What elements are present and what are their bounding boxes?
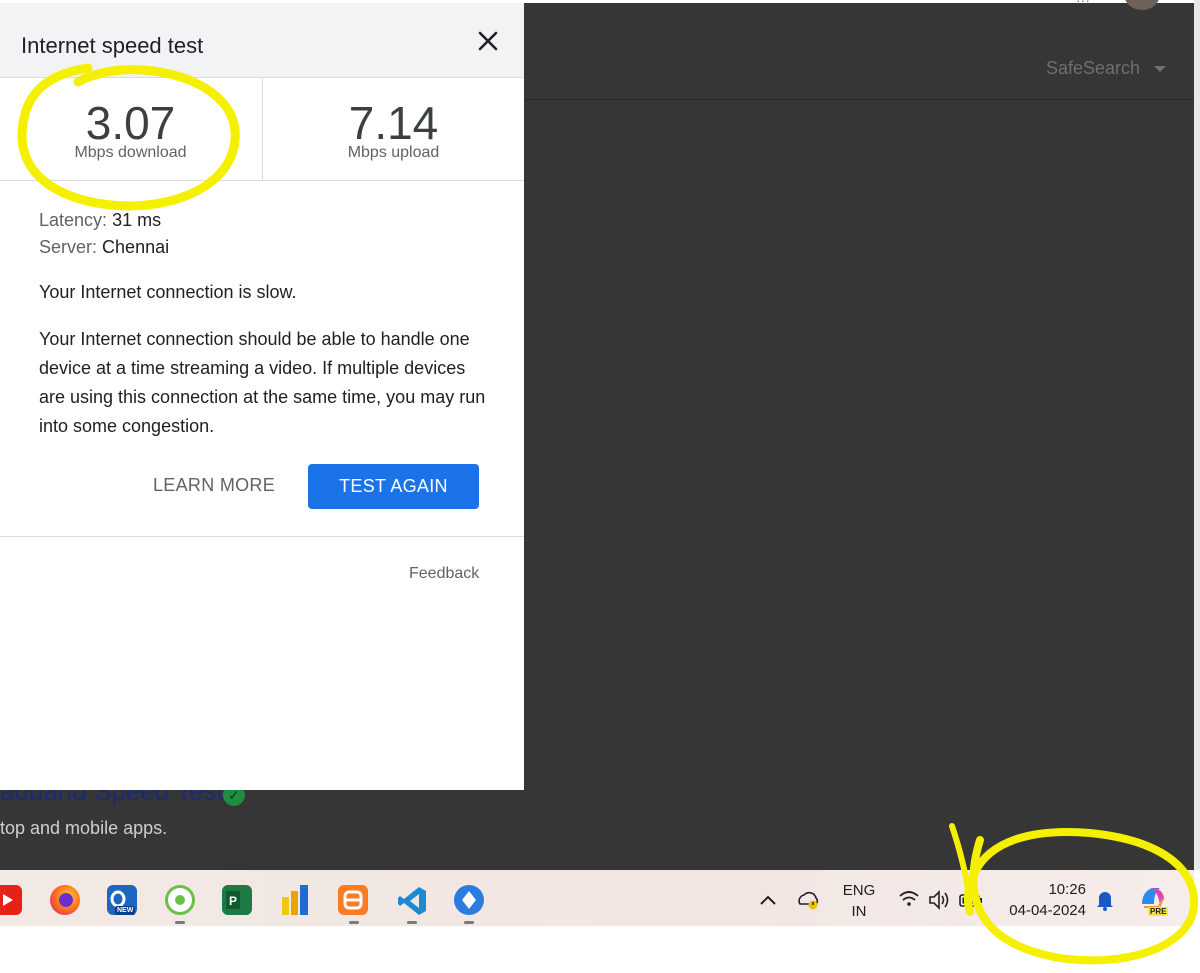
vscode-icon[interactable] (396, 885, 426, 915)
server-row: Server: Chennai (39, 237, 169, 258)
feedback-link[interactable]: Feedback (409, 565, 479, 583)
latency-value: 31 ms (112, 210, 162, 230)
apps-grid-icon[interactable]: ··· (1076, 0, 1090, 8)
clock-button[interactable]: 10:26 04-04-2024 (996, 870, 1092, 926)
running-indicator (407, 921, 417, 924)
greenshot-icon[interactable] (165, 885, 195, 915)
clock-date: 04-04-2024 (1009, 902, 1086, 919)
running-indicator (175, 921, 185, 924)
show-hidden-icons-button[interactable] (756, 870, 780, 926)
youtube-icon[interactable] (0, 885, 22, 915)
below-taskbar-area (0, 926, 1200, 973)
svg-text:P: P (229, 894, 237, 908)
dialog-title: Internet speed test (21, 33, 204, 58)
close-icon (478, 31, 498, 51)
network-volume-battery-button[interactable] (896, 870, 986, 926)
upload-value: 7.14 (348, 97, 439, 149)
latency-label: Latency: (39, 210, 108, 230)
latency-row: Latency: 31 ms (39, 210, 161, 231)
bell-icon (1097, 892, 1113, 911)
download-value: 3.07 (85, 97, 176, 149)
server-value: Chennai (102, 237, 170, 257)
language-line2: IN (851, 903, 867, 920)
clock-time: 10:26 (1048, 881, 1086, 898)
volume-icon (929, 890, 949, 910)
running-indicator (349, 921, 359, 924)
copilot-button[interactable]: PRE (1136, 870, 1170, 926)
caret-down-icon (1154, 66, 1167, 73)
server-label: Server: (39, 237, 98, 257)
dialog-divider (0, 536, 524, 537)
safesearch-label: SafeSearch (1046, 58, 1141, 78)
xampp-icon[interactable] (338, 885, 368, 915)
running-indicator (464, 921, 474, 924)
result-snippet: top and mobile apps. (0, 818, 168, 838)
project-icon[interactable]: P (222, 885, 252, 915)
status-text: Your Internet connection is slow. (39, 282, 297, 302)
language-indicator[interactable]: ENG IN (838, 870, 880, 926)
firefox-icon[interactable] (50, 885, 80, 915)
outlook-new-icon[interactable]: NEW (107, 885, 137, 915)
speed-metrics: 3.07 Mbps download 7.14 Mbps upload (0, 78, 524, 181)
learn-more-button[interactable]: LEARN MORE (153, 475, 275, 496)
dialog-header: Internet speed test (0, 3, 524, 78)
wifi-icon (899, 891, 919, 906)
battery-icon (959, 894, 982, 907)
power-bi-icon[interactable] (280, 885, 310, 915)
onedrive-warning-icon[interactable] (796, 870, 822, 926)
taskbar: NEW P ENG IN 10:26 04-04-2024 PRE (0, 870, 1194, 926)
download-metric: 3.07 Mbps download (0, 78, 261, 180)
upload-unit: Mbps upload (347, 144, 440, 161)
test-again-button[interactable]: TEST AGAIN (308, 464, 479, 509)
copilot-icon (1142, 888, 1164, 908)
language-line1: ENG (842, 882, 876, 899)
safesearch-dropdown[interactable]: SafeSearch (1046, 58, 1167, 79)
app-icon[interactable] (454, 885, 484, 915)
description-text: Your Internet connection should be able … (39, 329, 486, 436)
upload-metric: 7.14 Mbps upload (262, 78, 524, 180)
download-unit: Mbps download (74, 144, 187, 161)
speed-test-dialog: Internet speed test 3.07 Mbps download 7… (0, 3, 524, 790)
close-button[interactable] (470, 23, 506, 59)
notifications-button[interactable] (1094, 870, 1116, 926)
chevron-up-icon (760, 895, 776, 905)
scrollbar-track[interactable] (1194, 0, 1200, 870)
outlook-new-badge: NEW (115, 906, 136, 915)
copilot-badge: PRE (1148, 907, 1169, 916)
